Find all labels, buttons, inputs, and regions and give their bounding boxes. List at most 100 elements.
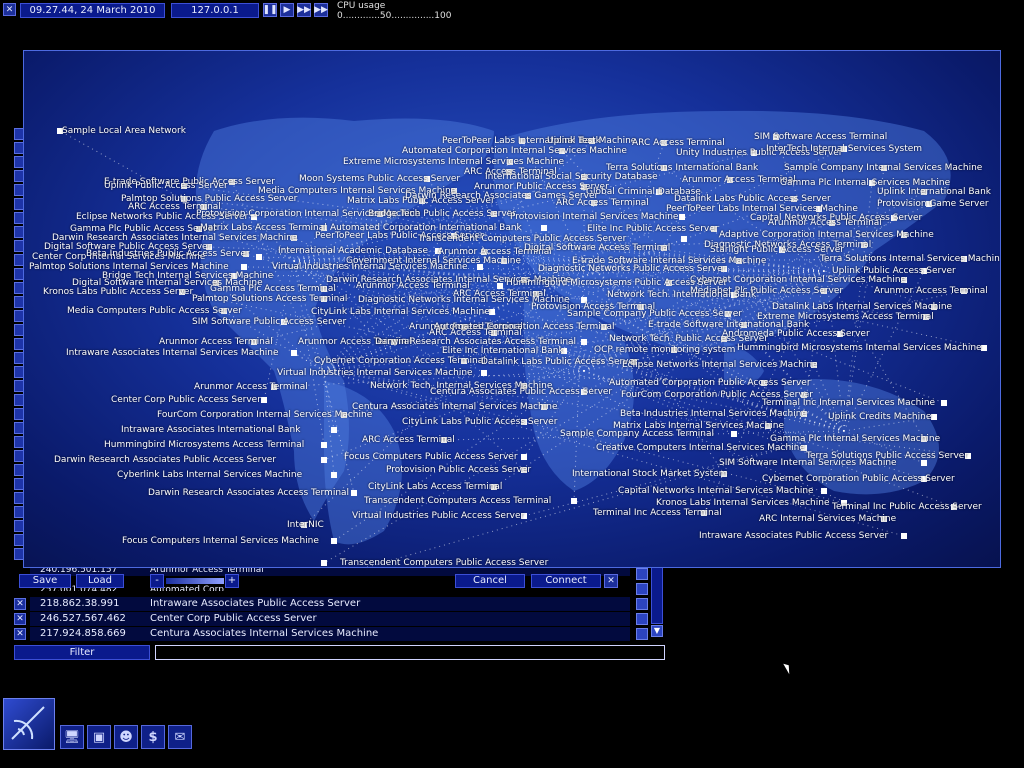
scroll-down-icon[interactable]: ▼ [651,625,663,637]
filter-input[interactable] [155,645,665,660]
server-node[interactable] [331,538,337,544]
server-node-label[interactable]: OCP remote monitoring system [594,345,735,355]
server-node[interactable] [291,350,297,356]
server-node-label[interactable]: CityLink Labs Internal Services Machine [311,307,490,317]
server-node-label[interactable]: Transcendent Computers Access Terminal [364,496,551,506]
server-node[interactable] [321,442,327,448]
server-node-label[interactable]: Center Corp Public Access Server [111,395,261,405]
server-node[interactable] [679,214,685,220]
row-select-button[interactable] [636,628,648,640]
row-select-button[interactable] [636,598,648,610]
close-icon[interactable]: ✕ [3,3,16,16]
server-node-label[interactable]: Hummingbird Microsystems Internal Servic… [737,343,982,353]
cancel-button[interactable]: Cancel [455,574,525,588]
server-node-label[interactable]: SIM Software Internal Services Machine [719,458,897,468]
server-node-label[interactable]: Digital Software Access Terminal [524,243,670,253]
server-node[interactable] [351,490,357,496]
row-select-button[interactable] [636,613,648,625]
server-node-label[interactable]: Focus Computers Public Access Server [344,452,518,462]
server-node-label[interactable]: Sample Company Access Terminal [560,429,714,439]
server-node-label[interactable]: Matrix Labs Access Terminal [200,223,327,233]
pause-button[interactable]: ❚❚ [262,3,278,17]
server-node[interactable] [931,414,937,420]
play-button[interactable]: ▶ [280,3,294,17]
server-node-label[interactable]: ARC Access Terminal [632,138,725,148]
server-node-label[interactable]: Bridge Tech Public Access Server [368,209,516,219]
server-node[interactable] [521,454,527,460]
server-node-label[interactable]: Eclipse Networks Internal Services Machi… [622,360,818,370]
server-node-label[interactable]: Moon Systems Public Access Server [299,174,460,184]
server-node[interactable] [821,488,827,494]
server-node-label[interactable]: InterNIC [287,520,324,530]
server-node[interactable] [571,498,577,504]
server-node-label[interactable]: Arunmor Access Terminal [194,382,308,392]
scrollbar-track[interactable] [651,566,663,624]
server-node[interactable] [941,400,947,406]
zoom-in-button[interactable]: + [225,574,239,588]
server-node[interactable] [321,560,327,566]
server-node-label[interactable]: Virtual Industries Internal Services Mac… [277,368,473,378]
server-node[interactable] [481,370,487,376]
server-node-label[interactable]: Virtual Industries Public Access Server [352,511,524,521]
ip-display[interactable]: 127.0.0.1 [171,3,259,18]
server-node-label[interactable]: International Academic Database [278,246,428,256]
server-node[interactable] [331,472,337,478]
server-node-label[interactable]: Elite Inc Public Access Server [587,224,718,234]
server-node-label[interactable]: ARC Internal Services Machine [759,514,896,524]
server-node-label[interactable]: Hummingbird Microsystems Access Terminal [104,440,304,450]
save-button[interactable]: Save [19,574,71,588]
server-node-label[interactable]: SIM Software Access Terminal [754,132,887,142]
filter-button[interactable]: Filter [14,645,150,660]
connect-button[interactable]: Connect [531,574,601,588]
load-button[interactable]: Load [76,574,124,588]
server-node-label[interactable]: Arunmor Access Terminal [768,218,882,228]
row-delete-icon[interactable]: ✕ [14,598,26,610]
zoom-slider[interactable] [166,578,224,584]
server-node-label[interactable]: Cybernet Corporation Public Access Serve… [762,474,955,484]
server-node-label[interactable]: Diagnostic Networks Public Access Server [538,264,726,274]
server-node-label[interactable]: Capital Networks Internal Services Machi… [618,486,814,496]
server-node[interactable] [581,339,587,345]
server-node-label[interactable]: Darwin Research Associates Access Termin… [148,488,349,498]
server-node-label[interactable]: Datalink Labs Public Access Server [481,357,638,367]
server-node-label[interactable]: SIM Software Public Access Server [192,317,346,327]
server-node-label[interactable]: Gamma Plc Access Terminal [210,284,336,294]
server-node-label[interactable]: Kronos Labs Public Access Server [43,287,193,297]
server-node-label[interactable]: Beta Industries Public Access Server [86,249,250,259]
server-node-label[interactable]: Centura Associates Public Access Server [430,387,612,397]
gateway-icon[interactable] [3,698,55,750]
server-node-label[interactable]: International Social Security Database [485,172,658,182]
computer-icon[interactable]: 🖥 [60,725,84,749]
fast-forward-button[interactable]: ▶▶ [297,3,311,17]
server-node-label[interactable]: Arunmor Access Terminal [159,337,273,347]
mail-icon[interactable]: ✉ [168,725,192,749]
server-node-label[interactable]: Intraware Associates Internal Services M… [66,348,279,358]
server-node-label[interactable]: Terra Solutions Internal Services Machin… [820,254,1000,264]
server-node-label[interactable]: CityLink Labs Access Terminal [368,482,502,492]
zoom-out-button[interactable]: - [150,574,164,588]
row-delete-icon[interactable]: ✕ [14,628,26,640]
server-node-label[interactable]: Automated Corporation Public Access Serv… [609,378,811,388]
server-node-label[interactable]: Darwin Research Associates Public Access… [54,455,276,465]
server-node-label[interactable]: Terminal Inc Internal Services Machine [762,398,935,408]
server-node-label[interactable]: Elite Inc International Bank [442,346,564,356]
floppy-disk-icon[interactable]: ▣ [87,725,111,749]
server-node-label[interactable]: ARC Access Terminal [556,198,649,208]
row-select-button[interactable] [636,568,648,580]
server-node-label[interactable]: Adaptive Corporation Internal Services M… [719,230,934,240]
server-node-label[interactable]: Sample Company Internal Services Machine [784,163,982,173]
server-node[interactable] [921,460,927,466]
server-node-label[interactable]: Kronos Labs Internal Services Machine [656,498,830,508]
server-node-label[interactable]: InterTech Internal Services System [766,144,922,154]
server-node-label[interactable]: Uplink Public Access Server [104,181,228,191]
server-node[interactable] [321,457,327,463]
server-node-label[interactable]: Transcendent Computers Public Access Ser… [340,558,548,567]
server-node-label[interactable]: Terminal Inc Access Terminal [593,508,722,518]
close-icon[interactable]: ✕ [604,574,618,588]
server-node-label[interactable]: Intraware Associates International Bank [121,425,300,435]
server-node-label[interactable]: Cyberlink Labs Internal Services Machine [117,470,302,480]
server-node-label[interactable]: Protovision Game Server [877,199,989,209]
server-node[interactable] [261,397,267,403]
server-node[interactable] [901,533,907,539]
server-node[interactable] [541,225,547,231]
